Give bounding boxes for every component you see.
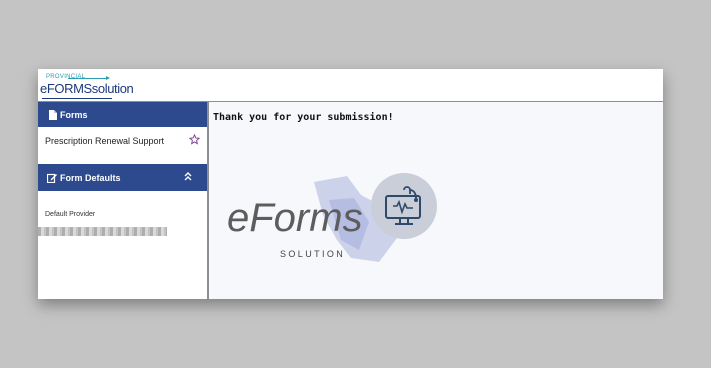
monitor-stethoscope-icon [385, 186, 421, 225]
sidebar: Forms Prescription Renewal Support Form … [38, 102, 209, 299]
edit-icon [44, 173, 60, 183]
top-bar: PROVINCIAL eFORMSsolution [38, 69, 663, 102]
default-provider-value[interactable] [38, 227, 167, 236]
submission-confirmation-message: Thank you for your submission! [213, 112, 394, 123]
chevron-double-up-icon[interactable] [184, 172, 192, 183]
eforms-brand-text: eForms [227, 196, 363, 240]
forms-header-label: Forms [60, 109, 88, 120]
default-provider-label: Default Provider [45, 211, 96, 218]
eforms-logo[interactable]: PROVINCIAL eFORMSsolution [40, 74, 134, 100]
logo-arrow [68, 76, 110, 80]
app-window: PROVINCIAL eFORMSsolution Forms Prescrip… [38, 69, 663, 299]
star-outline-icon[interactable] [188, 133, 201, 147]
logo-underline [42, 98, 112, 99]
forms-section-header[interactable]: Forms [38, 102, 207, 127]
logo-name-text: eFORMSsolution [40, 81, 134, 96]
main-content: Thank you for your submission! eForms SO… [209, 102, 663, 299]
logo-provincial-text: PROVINCIAL [46, 74, 86, 80]
document-icon [44, 109, 60, 120]
sidebar-item-label: Prescription Renewal Support [45, 136, 165, 146]
eforms-brand-subtitle: SOLUTION [280, 249, 346, 259]
form-defaults-label: Form Defaults [60, 172, 121, 183]
sidebar-item-prescription-renewal[interactable]: Prescription Renewal Support [38, 127, 207, 155]
form-defaults-section-header[interactable]: Form Defaults [38, 164, 207, 191]
